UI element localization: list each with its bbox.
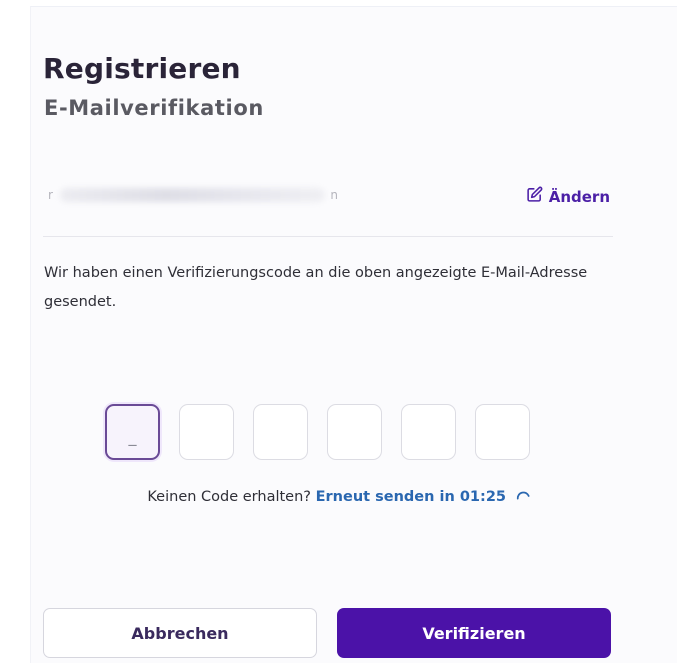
email-blur-mask <box>60 188 325 202</box>
otp-digit-6[interactable] <box>475 404 530 460</box>
resend-code-link[interactable]: Erneut senden in 01:25 <box>316 489 506 505</box>
otp-digit-2[interactable] <box>179 404 234 460</box>
change-email-link[interactable]: Ändern <box>526 186 610 207</box>
otp-digit-4[interactable] <box>327 404 382 460</box>
email-row: r n Ändern <box>40 176 610 216</box>
loading-spinner-icon <box>516 489 530 503</box>
verification-info-text: Wir haben einen Verifizierungscode an di… <box>44 265 588 310</box>
verify-button[interactable]: Verifizieren <box>337 608 611 658</box>
page-title: Registrieren <box>43 52 241 85</box>
edit-icon <box>526 186 543 207</box>
email-last-char: n <box>330 188 338 202</box>
divider <box>43 236 613 237</box>
cancel-button[interactable]: Abbrechen <box>43 608 317 658</box>
email-display-blurred: r n <box>48 182 338 208</box>
resend-prompt: Keinen Code erhalten? <box>147 489 311 505</box>
otp-digit-1[interactable]: _ <box>105 404 160 460</box>
otp-input-group: _ <box>105 404 530 460</box>
page-subtitle: E-Mailverifikation <box>44 96 264 120</box>
change-email-label: Ändern <box>548 187 610 206</box>
otp-digit-3[interactable] <box>253 404 308 460</box>
resend-row: Keinen Code erhalten? Erneut senden in 0… <box>0 489 677 505</box>
email-first-char: r <box>48 188 53 202</box>
otp-digit-5[interactable] <box>401 404 456 460</box>
